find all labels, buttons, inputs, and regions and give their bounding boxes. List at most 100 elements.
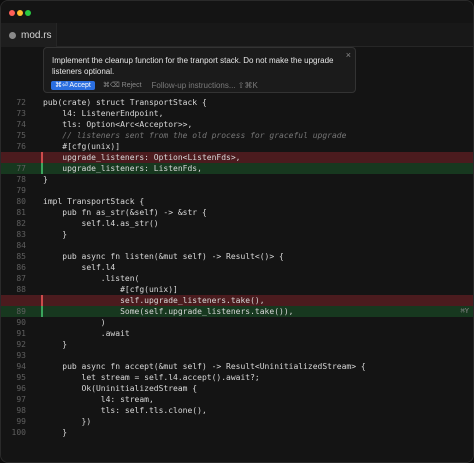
line-text: self.l4 [43,263,116,272]
line-number: 86 [16,263,26,272]
close-window-button[interactable] [9,10,15,16]
line-number: 89 [16,307,26,316]
code-line[interactable]: 96 Ok(UninitializedStream { [1,383,473,394]
followup-input[interactable]: Follow-up instructions... ⇧⌘K [152,81,258,90]
code-line[interactable]: 76 #[cfg(unix)] [1,141,473,152]
editor-window: mod.rs Implement the cleanup function fo… [0,0,474,463]
line-text: tls: self.tls.clone(), [43,406,207,415]
line-number: 93 [16,351,26,360]
code-line[interactable]: 87 .listen( [1,273,473,284]
line-number: 98 [16,406,26,415]
code-line[interactable]: 99 }) [1,416,473,427]
line-text: } [43,175,48,184]
line-text: l4: ListenerEndpoint, [43,109,164,118]
code-line[interactable]: 98 tls: self.tls.clone(), [1,405,473,416]
code-line[interactable]: 92 } [1,339,473,350]
code-line[interactable]: 74 tls: Option<Arc<Acceptor>>, [1,119,473,130]
line-number: 99 [16,417,26,426]
line-text: tls: Option<Arc<Acceptor>>, [43,120,193,129]
line-number: 75 [16,131,26,140]
code-line[interactable]: 72 pub(crate) struct TransportStack { [1,97,473,108]
tab-bar: mod.rs [1,23,473,47]
line-text: self.upgrade_listeners.take(), [41,295,265,306]
line-number: 82 [16,219,26,228]
tab-mod-rs[interactable]: mod.rs [1,23,57,47]
line-text: } [43,428,68,437]
line-text: ) [43,318,106,327]
line-text: impl TransportStack { [43,197,145,206]
line-number: 88 [16,285,26,294]
line-text: } [43,230,68,239]
added-code-line[interactable]: 77 upgrade_listeners: ListenFds, [1,163,473,174]
reject-button[interactable]: ⌘⌫ Reject [103,81,142,89]
line-number: 91 [16,329,26,338]
code-line[interactable]: 82 self.l4.as_str() [1,218,473,229]
inline-edit-prompt: Implement the cleanup function for the t… [43,47,356,93]
code-line[interactable]: 93 [1,350,473,361]
line-text: upgrade_listeners: Option<ListenFds>, [40,152,241,163]
line-text: pub(crate) struct TransportStack { [43,98,207,107]
code-line[interactable]: 83 } [1,229,473,240]
line-number: 78 [16,175,26,184]
line-text: }) [43,417,92,426]
deleted-code-line[interactable]: self.upgrade_listeners.take(), [1,295,473,306]
line-number: 97 [16,395,26,404]
accept-line-hint[interactable]: ⌘Y [461,306,469,317]
added-code-line[interactable]: 89 Some(self.upgrade_listeners.take()), ⌘… [1,306,473,317]
line-number: 79 [16,186,26,195]
code-line[interactable]: 81 pub fn as_str(&self) -> &str { [1,207,473,218]
code-line[interactable]: 97 l4: stream, [1,394,473,405]
code-lines: 72 pub(crate) struct TransportStack {73 l… [1,97,473,438]
line-text: // listeners sent from the old process f… [43,131,347,140]
code-line[interactable]: 78} [1,174,473,185]
line-number: 87 [16,274,26,283]
line-number: 72 [16,98,26,107]
line-number: 81 [16,208,26,217]
line-number: 76 [16,142,26,151]
line-text: self.l4.as_str() [43,219,159,228]
code-line[interactable]: 73 l4: ListenerEndpoint, [1,108,473,119]
code-line[interactable]: 84 [1,240,473,251]
line-number: 85 [16,252,26,261]
code-line[interactable]: 75 // listeners sent from the old proces… [1,130,473,141]
code-line[interactable]: 91 .await [1,328,473,339]
code-line[interactable]: 86 self.l4 [1,262,473,273]
line-text: } [43,340,68,349]
title-bar [1,1,473,23]
line-number: 80 [16,197,26,206]
line-text: l4: stream, [43,395,154,404]
minimize-window-button[interactable] [17,10,23,16]
code-line[interactable]: 79 [1,185,473,196]
line-number: 77 [16,164,26,173]
close-icon[interactable]: × [346,50,351,60]
code-line[interactable]: 94 pub async fn accept(&mut self) -> Res… [1,361,473,372]
line-number: 74 [16,120,26,129]
line-text: let stream = self.l4.accept().await?; [43,373,260,382]
line-number: 83 [16,230,26,239]
line-text: .await [43,329,130,338]
line-text: Some(self.upgrade_listeners.take()), [40,306,294,317]
code-line[interactable]: 88 #[cfg(unix)] [1,284,473,295]
line-number: 95 [16,373,26,382]
code-line[interactable]: 100 } [1,427,473,438]
accept-button[interactable]: ⌘⏎ Accept [51,80,95,90]
code-line[interactable]: 95 let stream = self.l4.accept().await?; [1,372,473,383]
line-number: 92 [16,340,26,349]
line-text: pub async fn accept(&mut self) -> Result… [43,362,366,371]
code-line[interactable]: 85 pub async fn listen(&mut self) -> Res… [1,251,473,262]
prompt-actions: ⌘⏎ Accept ⌘⌫ Reject Follow-up instructio… [51,80,258,90]
line-number: 96 [16,384,26,393]
line-text: #[cfg(unix)] [43,285,178,294]
zoom-window-button[interactable] [25,10,31,16]
line-number: 100 [11,428,26,437]
line-text: .listen( [43,274,140,283]
deleted-code-line[interactable]: upgrade_listeners: Option<ListenFds>, [1,152,473,163]
line-number: 90 [16,318,26,327]
line-text: pub async fn listen(&mut self) -> Result… [43,252,284,261]
rust-file-icon [9,31,16,39]
code-line[interactable]: 80 impl TransportStack { [1,196,473,207]
line-number: 94 [16,362,26,371]
line-number: 73 [16,109,26,118]
code-editor[interactable]: Implement the cleanup function for the t… [1,47,473,462]
code-line[interactable]: 90 ) [1,317,473,328]
